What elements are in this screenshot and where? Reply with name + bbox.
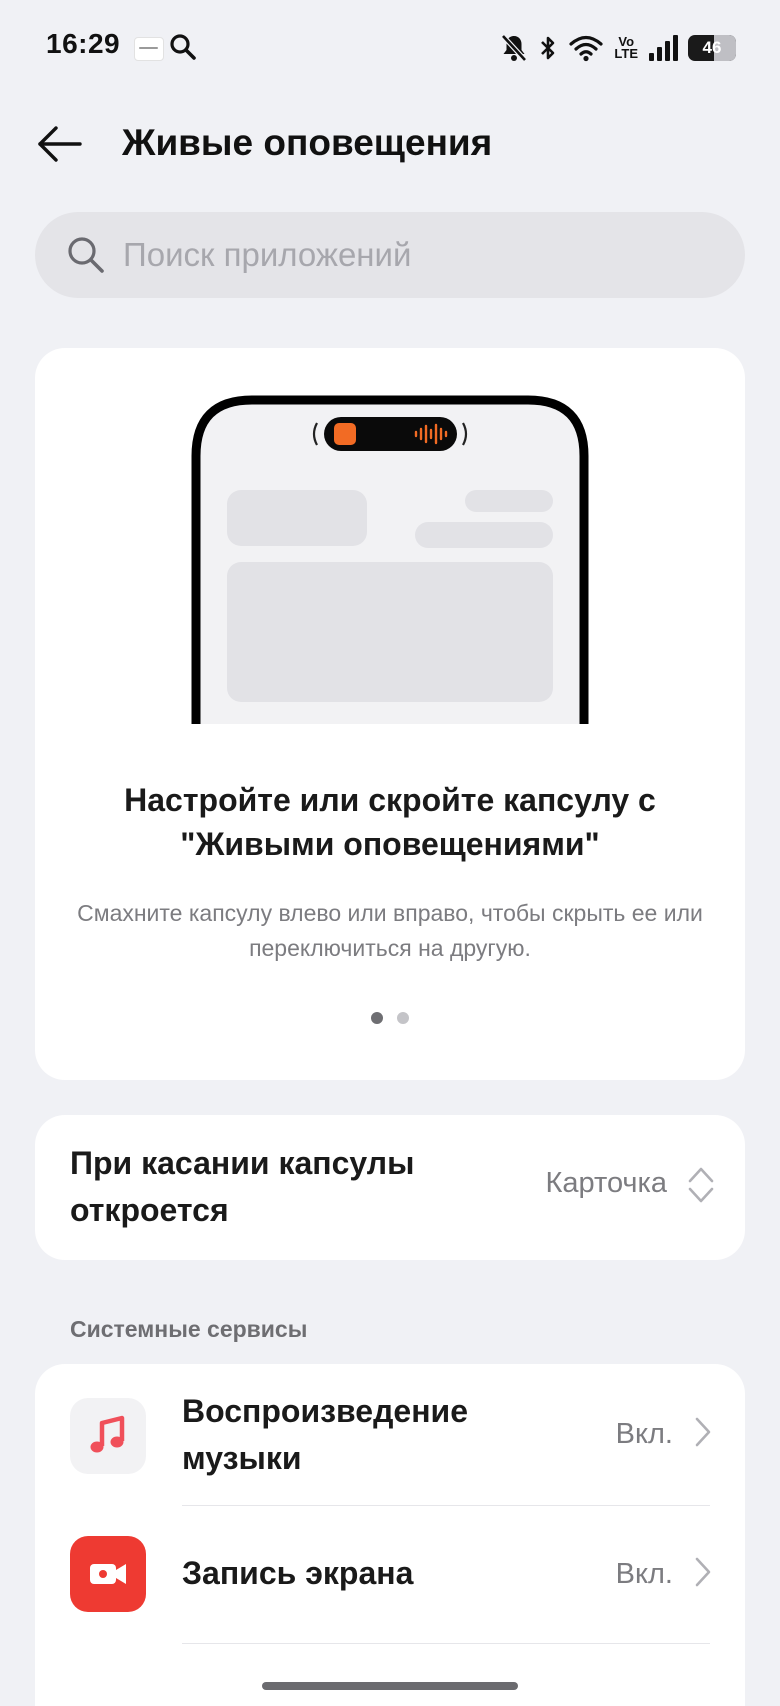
- live-alerts-tutorial-card[interactable]: Настройте или скройте капсулу с "Живыми …: [35, 348, 745, 1080]
- service-status: Вкл.: [615, 1558, 673, 1590]
- service-status: Вкл.: [615, 1418, 673, 1450]
- arrow-left-icon: [38, 126, 82, 162]
- chevron-right-icon: [695, 1557, 711, 1587]
- app-notification-icon: [134, 37, 164, 61]
- page-indicator[interactable]: [35, 1012, 745, 1024]
- search-input[interactable]: [123, 225, 683, 285]
- capsule-tap-action-setting[interactable]: При касании капсулы откроется Карточка: [35, 1115, 745, 1260]
- bluetooth-icon: [538, 33, 558, 63]
- service-item-screen-recording[interactable]: Запись экрана Вкл.: [35, 1506, 745, 1642]
- status-time: 16:29: [46, 28, 121, 59]
- search-bar[interactable]: [35, 212, 745, 298]
- tap-action-value: Карточка: [545, 1167, 667, 1199]
- tap-action-label: При касании капсулы откроется: [70, 1145, 415, 1228]
- chevron-up-down-icon: [688, 1167, 714, 1203]
- battery-icon: 46: [688, 35, 736, 61]
- service-label: Запись экрана: [182, 1555, 414, 1591]
- music-note-icon: [70, 1398, 146, 1474]
- service-item-music-playback[interactable]: Воспроизведение музыки Вкл.: [35, 1364, 745, 1505]
- service-label: Воспроизведение музыки: [182, 1393, 468, 1476]
- page-title: Живые оповещения: [122, 122, 493, 163]
- home-indicator[interactable]: [262, 1682, 518, 1690]
- video-record-icon: [70, 1536, 146, 1612]
- divider: [182, 1643, 710, 1644]
- chevron-right-icon: [695, 1417, 711, 1447]
- page-dot-2[interactable]: [397, 1012, 409, 1024]
- phone-illustration: [191, 395, 589, 724]
- back-button[interactable]: [32, 116, 88, 172]
- wifi-icon: [568, 33, 604, 63]
- silent-bell-icon: [500, 33, 528, 63]
- status-bar: 16:29 Vo LTE 46: [0, 0, 780, 96]
- search-icon: [63, 232, 109, 278]
- system-services-list: Воспроизведение музыки Вкл. Запись экран…: [35, 1364, 745, 1706]
- tutorial-description: Смахните капсулу влево или вправо, чтобы…: [77, 900, 703, 961]
- search-notification-icon: [168, 32, 198, 67]
- section-header-system-services: Системные сервисы: [70, 1316, 308, 1342]
- volte-indicator: Vo LTE: [614, 34, 638, 61]
- page-dot-1[interactable]: [371, 1012, 383, 1024]
- battery-level: 46: [702, 38, 722, 57]
- tutorial-title: Настройте или скройте капсулу с "Живыми …: [124, 782, 656, 862]
- signal-strength-icon: [648, 34, 678, 62]
